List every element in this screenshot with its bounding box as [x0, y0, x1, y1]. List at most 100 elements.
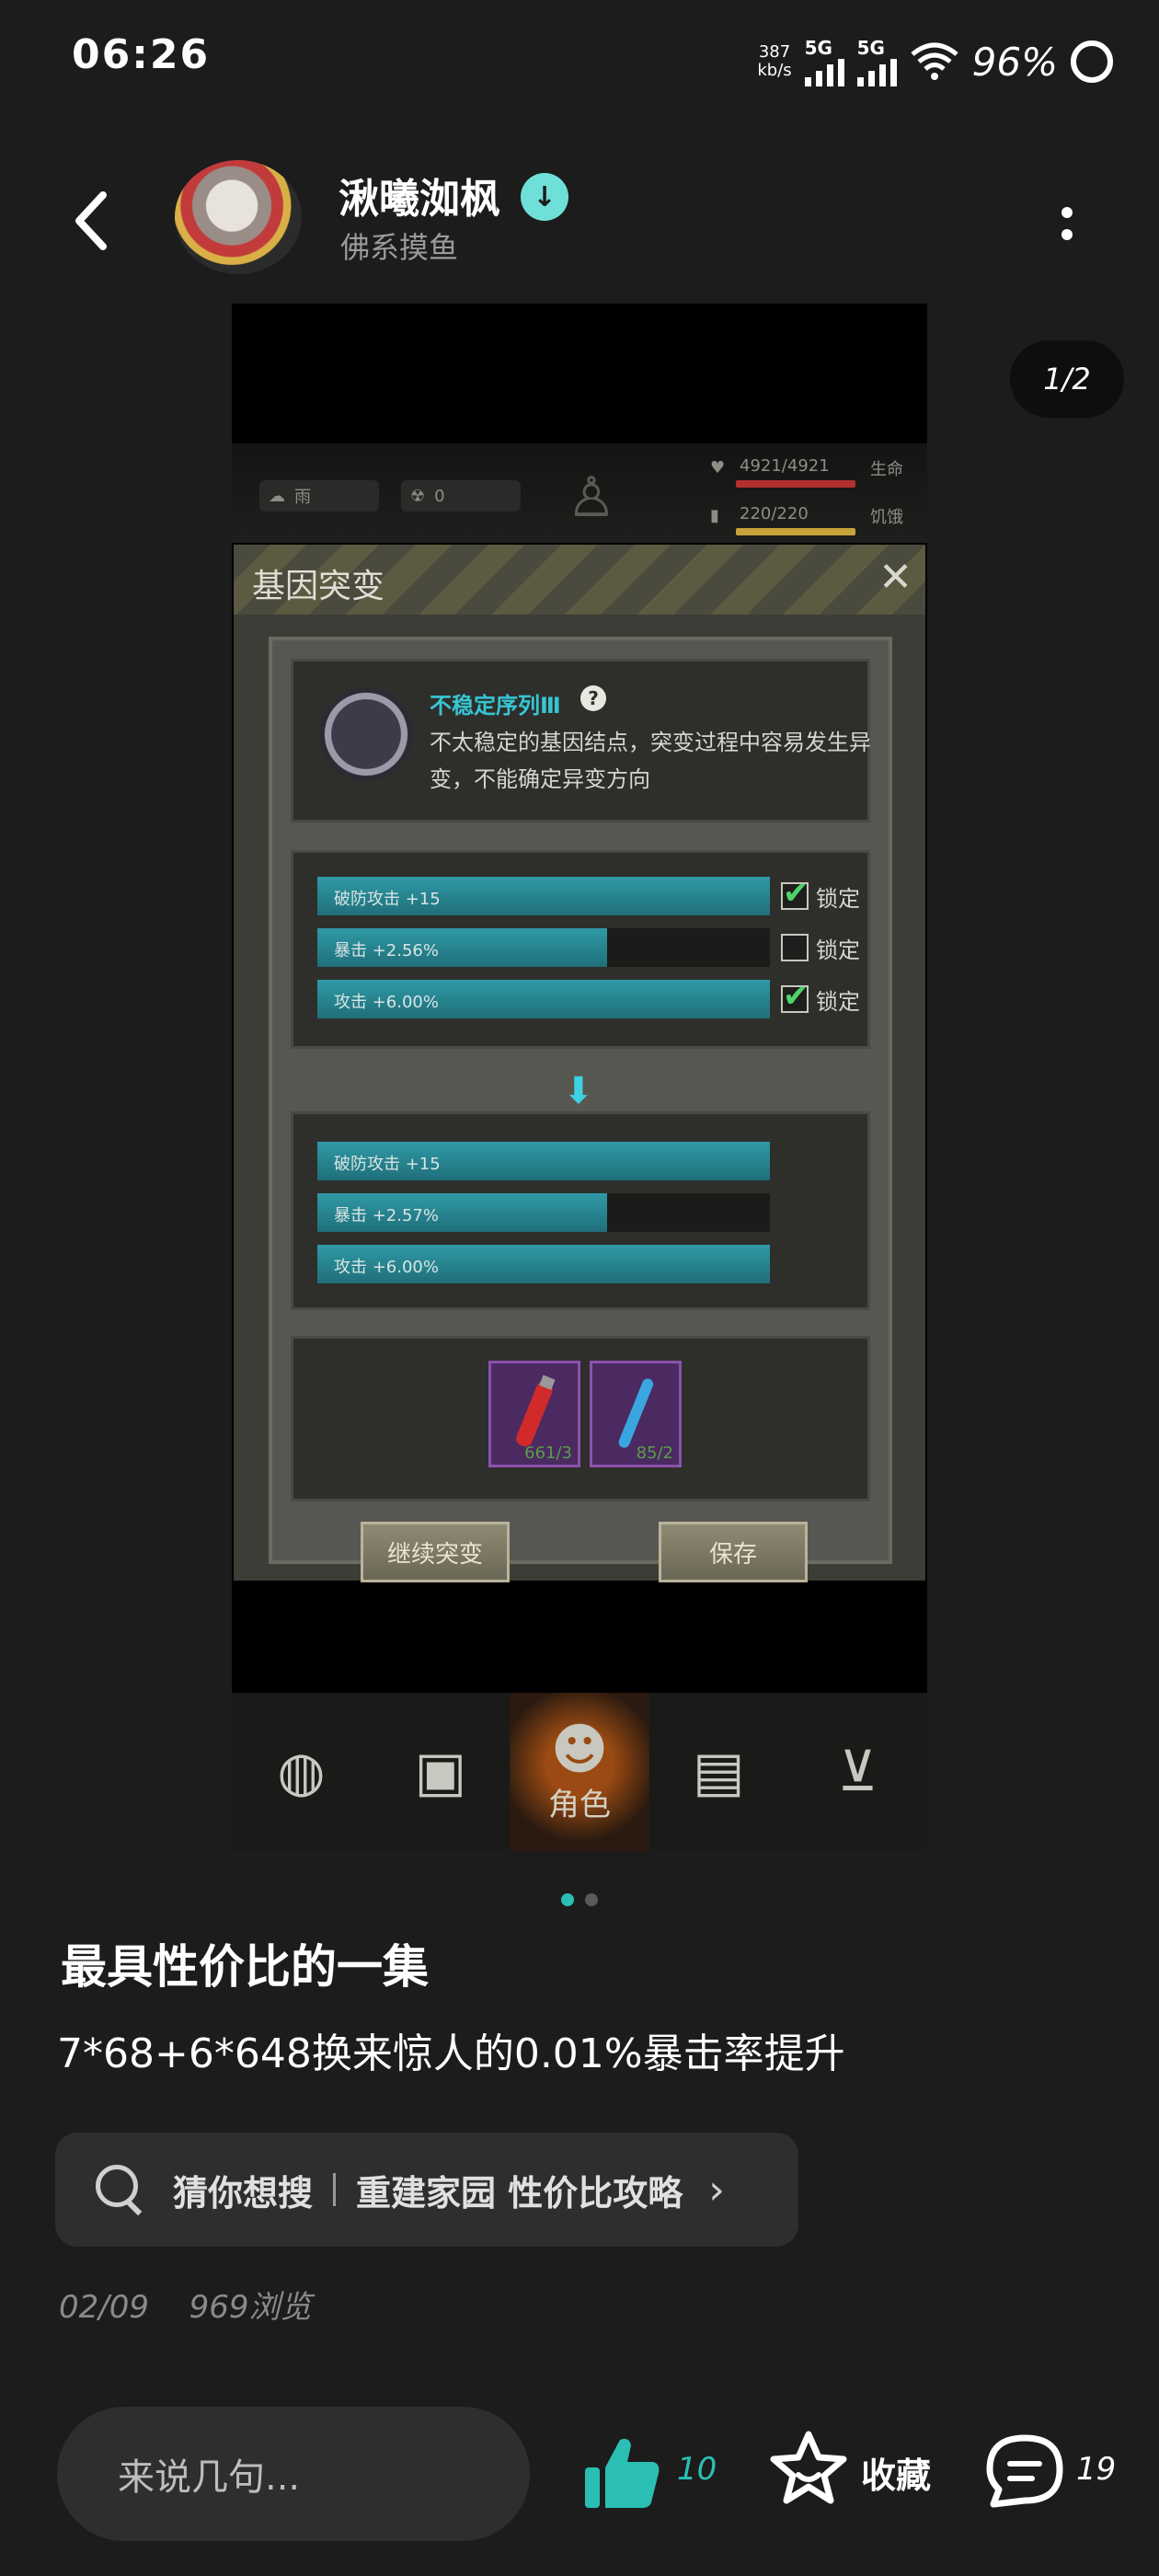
lock-checkbox[interactable] — [781, 934, 809, 961]
post-image[interactable]: ☁ 雨 ☢ 0 ♙ ♥ 4921/4921 生命 ▮ 220/220 饥饿 基因… — [232, 304, 927, 1851]
weather-value: 雨 — [294, 488, 311, 507]
divider — [333, 2173, 337, 2206]
radiation-value: 0 — [434, 486, 445, 506]
heart-icon: ♥ — [710, 458, 726, 477]
food-bar-fill — [736, 528, 855, 535]
item-slot[interactable]: 85/2 — [590, 1361, 682, 1467]
post-body: 7*68+6*648换来惊人的0.01%暴击率提升 — [57, 2030, 845, 2077]
current-stats-panel: 破防攻击 +15 锁定 暴击 +2.56% 锁定 攻击 +6.00% 锁定 — [291, 850, 870, 1049]
wifi-icon — [911, 42, 958, 80]
search-term: 重建家园 性价比攻略 — [356, 2172, 683, 2214]
gene-mutation-dialog: 基因突变 ✕ 不稳定序列Ⅲ ? 不太稳定的基因结点，突变过程中容易发生异变，不能… — [234, 545, 925, 1582]
back-button[interactable] — [64, 184, 120, 258]
game-tab-bar: ◍ ▣ ☻ 角色 ▤ ⊻ — [232, 1693, 927, 1851]
author-avatar[interactable] — [175, 160, 302, 274]
gene-description: 不太稳定的基因结点，突变过程中容易发生异变，不能确定异变方向 — [430, 730, 871, 792]
image-page-indicator: 1/2 — [1010, 340, 1124, 418]
status-icons: 387 kb/s 5G 5G 96% — [757, 31, 1113, 92]
dialog-title: 基因突变 — [252, 568, 385, 605]
tab-backpack[interactable]: ▣ — [371, 1693, 510, 1851]
character-add-icon[interactable]: ♙ — [567, 466, 616, 530]
stat-bar: 攻击 +6.00% — [317, 1245, 770, 1283]
lock-label: 锁定 — [816, 989, 860, 1015]
lock-label: 锁定 — [816, 937, 860, 963]
like-icon[interactable] — [581, 2432, 662, 2513]
gene-name: 不稳定序列Ⅲ — [430, 693, 561, 719]
status-time: 06:26 — [72, 31, 211, 78]
dialog-header: 基因突变 ✕ — [234, 545, 925, 615]
item-count: 661/3 — [524, 1443, 572, 1463]
comment-icon[interactable] — [984, 2432, 1065, 2510]
new-stats-panel: 破防攻击 +15 暴击 +2.57% 攻击 +6.00% — [291, 1111, 870, 1310]
food-bar-track — [736, 528, 855, 535]
battery-icon — [1071, 40, 1113, 83]
gene-info-panel: 不稳定序列Ⅲ ? 不太稳定的基因结点，突变过程中容易发生异变，不能确定异变方向 — [291, 659, 871, 822]
stat-label: 攻击 +6.00% — [334, 1258, 439, 1277]
item-count: 85/2 — [636, 1443, 673, 1463]
speed-unit: kb/s — [757, 61, 792, 80]
food-label: 饥饿 — [870, 508, 903, 527]
author-subtitle: 佛系摸鱼 — [340, 230, 459, 265]
lock-checkbox[interactable] — [781, 978, 809, 1015]
like-count: 10 — [677, 2451, 717, 2488]
lock-checkbox[interactable] — [781, 875, 809, 912]
signal-label: 5G — [856, 37, 885, 59]
suggested-search[interactable]: 猜你想搜 重建家园 性价比攻略 › — [55, 2133, 798, 2247]
battery-level: 96% — [971, 39, 1058, 85]
post-views: 969浏览 — [189, 2289, 312, 2326]
stat-bar: 暴击 +2.57% — [317, 1193, 770, 1232]
food-icon: ▮ — [710, 506, 719, 525]
continue-mutation-button[interactable]: 继续突变 — [361, 1522, 510, 1582]
tab-character[interactable]: ☻ 角色 — [510, 1693, 649, 1851]
cloud-rain-icon: ☁ — [269, 486, 285, 506]
cell-signal-1: 5G — [804, 37, 844, 86]
author-name[interactable]: 湫曦洳枫 — [339, 166, 500, 224]
materials-panel: 661/3 85/2 — [291, 1336, 870, 1501]
cart-icon: ⊻ — [837, 1740, 878, 1804]
cell-signal-2: 5G — [856, 37, 897, 86]
more-options-button[interactable] — [1049, 201, 1085, 247]
tab-label: 角色 — [548, 1786, 611, 1823]
down-arrow-icon: ⬇ — [563, 1070, 594, 1112]
stat-label: 暴击 +2.57% — [334, 1206, 439, 1225]
carousel-dot[interactable] — [585, 1893, 598, 1906]
tab-radio[interactable]: ▤ — [649, 1693, 788, 1851]
comment-input[interactable]: 来说几句... — [57, 2407, 530, 2541]
hp-label: 生命 — [870, 460, 903, 479]
radiation-icon: ☢ — [410, 486, 426, 506]
radio-icon: ▤ — [692, 1740, 745, 1804]
stat-bar: 暴击 +2.56% — [317, 928, 770, 967]
game-status-strip: ☁ 雨 ☢ 0 ♙ ♥ 4921/4921 生命 ▮ 220/220 饥饿 — [232, 443, 927, 543]
stat-bar: 破防攻击 +15 — [317, 1142, 770, 1180]
dialog-body: 不稳定序列Ⅲ ? 不太稳定的基因结点，突变过程中容易发生异变，不能确定异变方向 … — [269, 637, 892, 1582]
stat-label: 攻击 +6.00% — [334, 993, 439, 1012]
hp-bar-track — [736, 480, 855, 488]
carousel-dot-active[interactable] — [561, 1893, 574, 1906]
post-meta: 02/09 969浏览 — [59, 2282, 312, 2327]
tab-world[interactable]: ◍ — [232, 1693, 371, 1851]
radiation-pill: ☢ 0 — [401, 480, 521, 512]
dna-icon — [319, 687, 413, 781]
network-speed: 387 kb/s — [757, 43, 791, 80]
hp-value: 4921/4921 — [740, 456, 830, 476]
speed-value: 387 — [758, 42, 791, 62]
signal-label: 5G — [804, 37, 832, 59]
help-icon[interactable]: ? — [580, 685, 606, 711]
stat-label: 暴击 +2.56% — [334, 941, 439, 960]
chevron-right-icon: › — [708, 2166, 725, 2214]
favorite-label[interactable]: 收藏 — [861, 2447, 931, 2498]
hp-bar-fill — [736, 480, 855, 488]
search-icon — [96, 2165, 145, 2216]
character-icon: ☻ — [550, 1717, 609, 1782]
save-button[interactable]: 保存 — [659, 1522, 808, 1582]
close-icon[interactable]: ✕ — [878, 556, 912, 600]
tab-shop[interactable]: ⊻ — [788, 1693, 927, 1851]
stat-label: 破防攻击 +15 — [334, 1155, 441, 1174]
post-date: 02/09 — [59, 2289, 149, 2326]
stat-bar: 破防攻击 +15 — [317, 877, 770, 915]
star-icon[interactable] — [769, 2429, 848, 2508]
food-value: 220/220 — [740, 504, 809, 523]
signal-bars-icon — [856, 59, 897, 86]
weather-pill: ☁ 雨 — [259, 480, 379, 512]
item-slot[interactable]: 661/3 — [488, 1361, 580, 1467]
